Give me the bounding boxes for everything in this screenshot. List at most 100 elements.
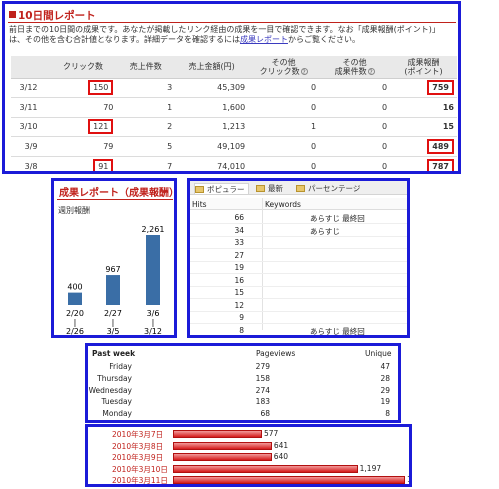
keyword-row[interactable]: 12 [190, 299, 407, 312]
hits-value: 19 [234, 263, 244, 272]
hits-value: 12 [234, 300, 244, 310]
bar-value-label: 577 [264, 429, 279, 438]
unique-value: 19 [380, 397, 390, 407]
report-row: 3/10 121 2 1,213 1 0 15 [11, 117, 457, 138]
ten-day-report-title: 10日間レポート [9, 8, 96, 23]
title-marker-icon [9, 11, 16, 18]
keywords-header: Hits Keywords [190, 198, 407, 210]
daily-bar [173, 476, 405, 484]
amount-cell: 1,213 [175, 117, 249, 138]
daily-views-row: 2010年3月7日 577 [88, 428, 409, 439]
week-tick-label: 2/20 [66, 309, 84, 318]
sales-cell: 1 [116, 97, 176, 118]
bar-value-label: 1,504 [407, 475, 412, 485]
past-week-row: Friday 279 47 [88, 361, 398, 372]
column-header [11, 56, 50, 79]
pageviews-value: 274 [255, 385, 270, 395]
keyword-row[interactable]: 9 [190, 311, 407, 324]
keyword-tab[interactable]: 最新 [256, 183, 283, 194]
keyword-tabs: ポピュラー 最新 パーセンテージ [190, 181, 407, 195]
column-header: 成果報酬 (ポイント) [390, 56, 457, 79]
folder-icon [256, 185, 265, 192]
other-results-cell: 0 [319, 117, 391, 138]
week-tick-label: | [74, 318, 77, 327]
column-header: 売上金額(円) [175, 56, 249, 79]
other-results-cell: 0 [319, 136, 391, 157]
pageviews-value: 279 [255, 362, 270, 371]
bar-value-label: 400 [67, 283, 82, 292]
day-label: Thursday [97, 373, 132, 383]
daily-views-panel: 2010年3月7日 577 2010年3月8日 641 2010年3月9日 640 2010… [85, 424, 412, 487]
weekly-bar [106, 275, 120, 305]
keyword-row[interactable]: 33 [190, 236, 407, 249]
hits-value: 34 [234, 225, 244, 235]
ten-day-report-title-text: 10日間レポート [18, 10, 96, 22]
reward-cell: 489 [390, 136, 457, 157]
daily-bar [173, 464, 358, 473]
sales-cell: 2 [116, 117, 176, 138]
week-tick-label: 3/6 [147, 309, 160, 318]
past-week-header: Past week Pageviews Unique [88, 348, 398, 359]
keywords-column-header: Keywords [265, 200, 301, 209]
reward-cell: 16 [390, 97, 457, 118]
keyword-row[interactable]: 15 [190, 286, 407, 299]
keyword-row[interactable]: 66 あらすじ 最終回 [190, 211, 407, 224]
amount-cell: 1,600 [175, 97, 249, 118]
keyword-row[interactable]: 27 [190, 249, 407, 262]
unique-value: 47 [380, 362, 390, 371]
column-header: その他 成果件数? [319, 56, 391, 79]
unique-column-header: Unique [365, 349, 392, 358]
date-label: 2010年3月8日 [112, 441, 164, 451]
pageviews-value: 158 [255, 373, 270, 383]
date-label: 2010年3月11日 [112, 476, 168, 486]
highlighted-value: 787 [427, 158, 454, 171]
reward-cell: 15 [390, 117, 457, 138]
report-row: 3/11 70 1 1,600 0 0 16 [11, 97, 457, 118]
date-cell: 3/8 [11, 156, 50, 171]
highlighted-value: 150 [88, 80, 114, 96]
highlighted-value: 759 [427, 80, 454, 96]
report-row: 3/8 91 7 74,010 0 0 787 [11, 156, 457, 171]
pageviews-value: 68 [260, 409, 270, 419]
bar-value-label: 967 [105, 265, 120, 274]
reward-cell: 759 [390, 78, 457, 99]
past-week-row: Thursday 158 28 [88, 373, 398, 384]
daily-bar [173, 430, 262, 438]
weekly-bar [146, 235, 160, 305]
bar-value-label: 641 [273, 440, 289, 450]
week-tick-label: 3/12 [144, 327, 162, 336]
keyword-text: あらすじ [310, 226, 340, 236]
keyword-tab[interactable]: ポピュラー [194, 183, 249, 194]
reward-cell: 787 [390, 156, 457, 171]
highlighted-value: 91 [93, 158, 114, 171]
report-description: 前日までの10日間の成果です。あなたが掲載したリンク経由の成果を一目で確認できま… [9, 25, 455, 45]
day-label: Wednesday [88, 385, 132, 395]
report-row: 3/12 150 3 45,309 0 0 759 [11, 78, 457, 99]
daily-bar [173, 453, 272, 462]
clicks-cell: 150 [49, 78, 117, 99]
day-label: Monday [102, 409, 132, 419]
amount-cell: 74,010 [175, 156, 249, 171]
help-icon[interactable]: ? [367, 67, 375, 76]
ten-day-report-table: クリック数 売上件数 売上金額(円) その他 クリック数? その他 成果件数? 成果報酬 (ポイ… [11, 56, 457, 171]
unique-value: 28 [380, 373, 390, 383]
keyword-row[interactable]: 19 [190, 261, 407, 274]
amount-cell: 45,309 [175, 78, 249, 99]
keyword-text: あらすじ 最終回 [310, 214, 365, 223]
keyword-row[interactable]: 34 あらすじ [190, 224, 407, 237]
other-clicks-cell: 0 [248, 78, 320, 99]
week-tick-label: | [112, 318, 115, 327]
unique-value: 8 [385, 409, 390, 419]
other-clicks-cell: 0 [248, 97, 320, 118]
other-results-cell: 0 [319, 78, 391, 99]
results-report-link[interactable]: 成果レポート [240, 35, 288, 44]
bar-value-label: 640 [273, 452, 289, 462]
week-tick-label: 2/27 [104, 309, 122, 318]
keyword-row[interactable]: 8 あらすじ 最終回 [190, 324, 407, 336]
daily-views-row: 2010年3月10日 1,197 [88, 463, 409, 474]
keyword-tab[interactable]: パーセンテージ [296, 183, 360, 194]
keyword-row[interactable]: 16 [190, 274, 407, 287]
help-icon[interactable]: ? [300, 67, 308, 76]
other-results-cell: 0 [319, 156, 391, 171]
weekly-reward-panel: 成果レポート（成果報酬） 週別報酬 400 2/20 | 2/26 967 2/27 | 3/… [51, 178, 177, 338]
